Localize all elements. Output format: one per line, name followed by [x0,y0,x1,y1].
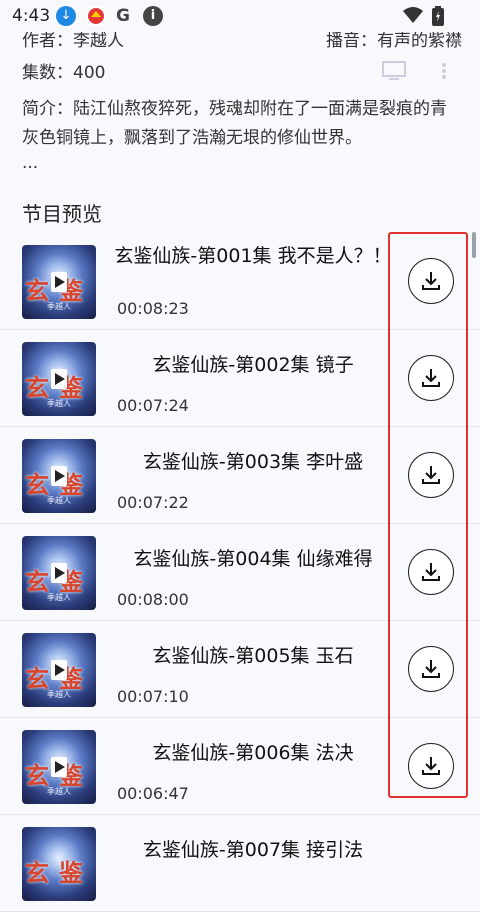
play-icon[interactable] [51,466,67,486]
episode-duration: 00:08:23 [117,299,189,318]
cover-subtitle: 季越人 [47,787,71,796]
play-icon[interactable] [51,660,67,680]
section-title: 节目预览 [22,202,102,226]
download-button[interactable] [408,549,454,595]
info-icon: i [143,6,163,26]
status-bar: 4:43 ↓ G i [0,0,480,32]
episode-cover[interactable]: 玄鉴 季越人 [22,245,96,319]
cover-subtitle: 季越人 [47,593,71,602]
scrollbar[interactable] [472,232,476,258]
play-icon[interactable] [51,272,67,292]
wifi-icon [402,6,424,28]
episode-duration: 00:07:10 [117,687,189,706]
episode-cover[interactable]: 玄鉴 季越人 [22,536,96,610]
download-button[interactable] [408,646,454,692]
episode-item[interactable]: 玄鉴 季越人 玄鉴仙族-第001集 我不是人？！ 00:08:23 [0,233,480,330]
download-button[interactable] [408,258,454,304]
more-dots-icon[interactable] [440,62,448,84]
google-icon: G [116,6,130,26]
episode-title[interactable]: 玄鉴仙族-第001集 我不是人？！ [112,243,394,269]
play-icon[interactable] [51,757,67,777]
episode-cover[interactable]: 玄鉴 [22,827,96,901]
episode-duration: 00:08:00 [117,590,189,609]
episode-count: 集数：400 [22,63,106,83]
download-icon [422,369,440,387]
episode-item[interactable]: 玄鉴 季越人 玄鉴仙族-第005集 玉石 00:07:10 [0,621,480,718]
author-label: 作者：李越人 [22,31,124,51]
cover-subtitle: 季越人 [47,496,71,505]
episode-duration: 00:06:47 [117,784,189,803]
download-button[interactable] [408,452,454,498]
episode-duration: 00:07:22 [117,493,189,512]
episode-title[interactable]: 玄鉴仙族-第007集 接引法 [112,837,394,863]
cover-subtitle: 季越人 [47,399,71,408]
episode-item[interactable]: 玄鉴 季越人 玄鉴仙族-第006集 法决 00:06:47 [0,718,480,815]
download-button[interactable] [408,355,454,401]
episode-title[interactable]: 玄鉴仙族-第006集 法决 [112,740,394,766]
cover-subtitle: 季越人 [47,302,71,311]
episode-title[interactable]: 玄鉴仙族-第004集 仙缘难得 [112,546,394,572]
cast-screen-icon[interactable] [381,60,407,84]
episode-item[interactable]: 玄鉴 季越人 玄鉴仙族-第004集 仙缘难得 00:08:00 [0,524,480,621]
episode-cover[interactable]: 玄鉴 季越人 [22,439,96,513]
episode-title[interactable]: 玄鉴仙族-第005集 玉石 [112,643,394,669]
download-icon [422,466,440,484]
episode-list: 玄鉴 季越人 玄鉴仙族-第001集 我不是人？！ 00:08:23 玄鉴 季越人… [0,233,480,912]
battery-icon [432,6,444,30]
episode-item[interactable]: 玄鉴 玄鉴仙族-第007集 接引法 [0,815,480,912]
play-icon[interactable] [51,563,67,583]
intro-more[interactable]: ... [22,153,38,173]
download-icon [422,272,440,290]
episode-title[interactable]: 玄鉴仙族-第002集 镜子 [112,352,394,378]
intro-text: 简介：陆江仙熬夜猝死，残魂却附在了一面满是裂痕的青灰色铜镜上，飘落到了浩瀚无垠的… [22,99,447,148]
episode-title[interactable]: 玄鉴仙族-第003集 李叶盛 [112,449,394,475]
episode-cover[interactable]: 玄鉴 季越人 [22,730,96,804]
download-icon [422,757,440,775]
download-button[interactable] [408,743,454,789]
download-notification-icon: ↓ [56,6,76,26]
episode-cover[interactable]: 玄鉴 季越人 [22,342,96,416]
episode-duration: 00:07:24 [117,396,189,415]
play-icon[interactable] [51,369,67,389]
cover-subtitle: 季越人 [47,690,71,699]
app-notification-icon [86,6,106,26]
episode-cover[interactable]: 玄鉴 季越人 [22,633,96,707]
episode-item[interactable]: 玄鉴 季越人 玄鉴仙族-第003集 李叶盛 00:07:22 [0,427,480,524]
cover-title: 玄鉴 [25,859,93,887]
download-icon [422,563,440,581]
download-icon [422,660,440,678]
episode-item[interactable]: 玄鉴 季越人 玄鉴仙族-第002集 镜子 00:07:24 [0,330,480,427]
status-time: 4:43 [12,6,51,26]
